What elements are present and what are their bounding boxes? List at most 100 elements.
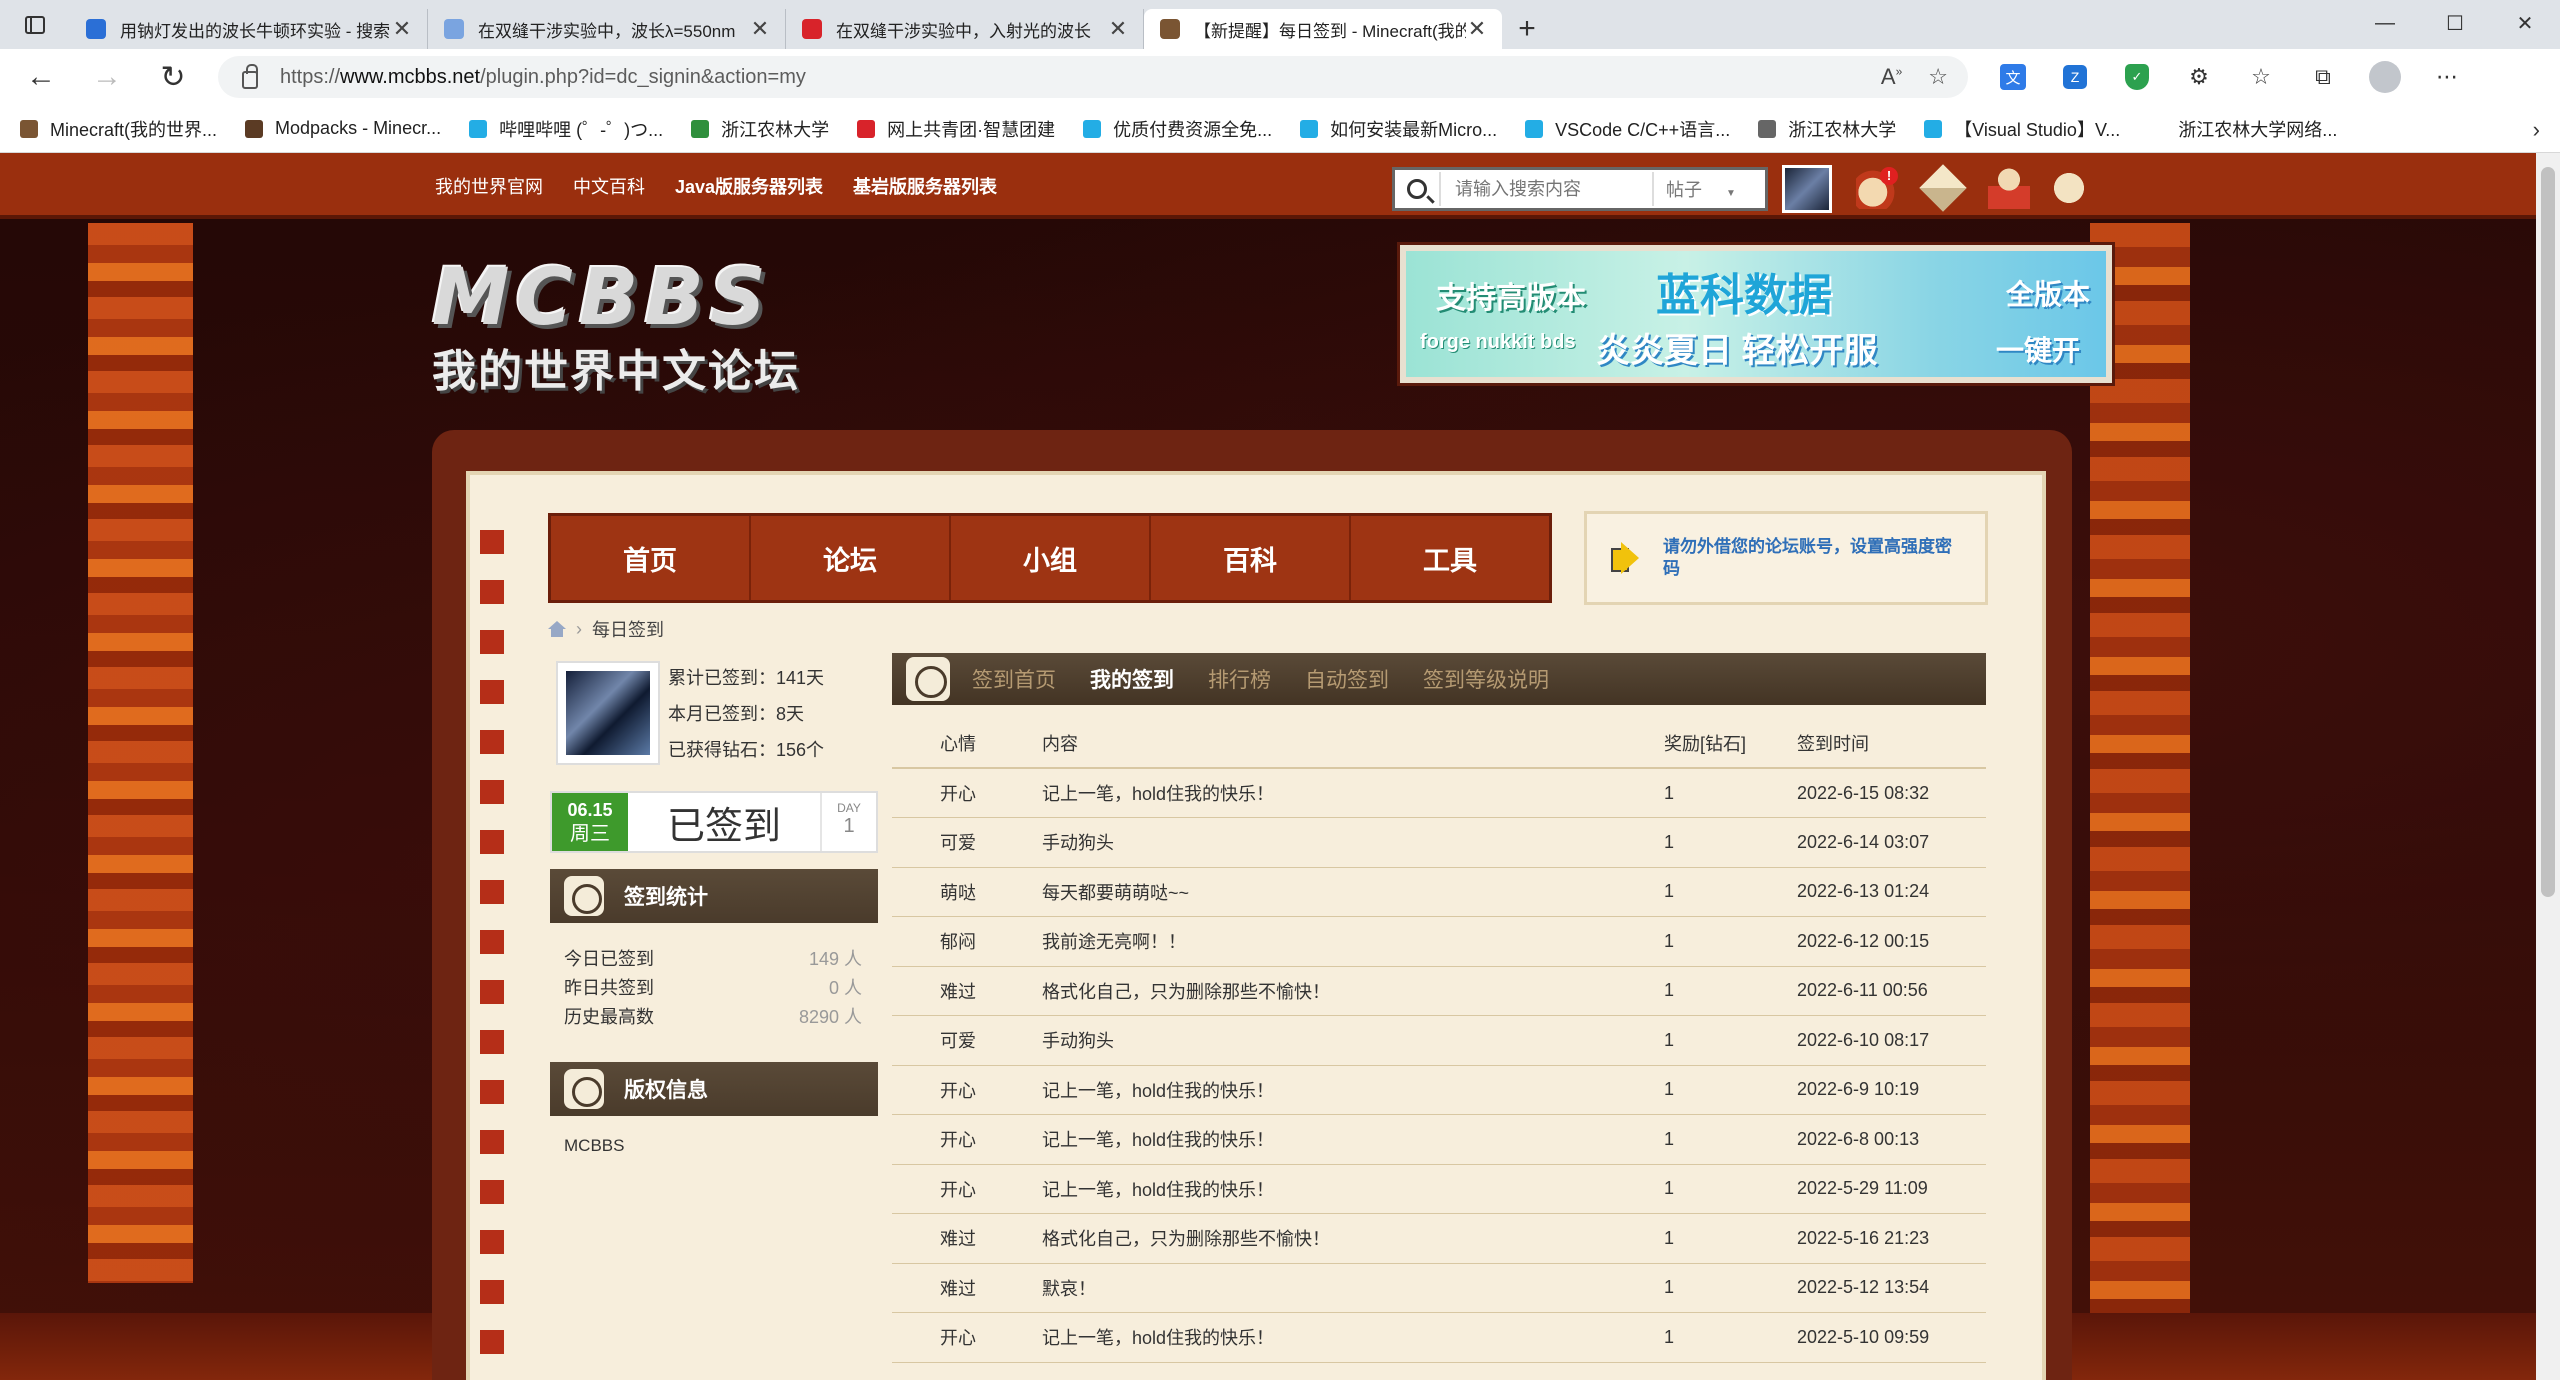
forward-button[interactable]: → — [74, 49, 140, 105]
signed-in-label: 已签到 — [666, 805, 781, 848]
minimize-button[interactable]: — — [2350, 0, 2420, 46]
browser-tab[interactable]: 在双缝干涉实验中，入射光的波长 ✕ — [786, 9, 1144, 49]
content-cell: 手动狗头 — [1042, 817, 1664, 868]
main-nav-item[interactable]: 首页 — [551, 516, 751, 600]
bookmark-label: 浙江农林大学网络... — [2178, 119, 2338, 140]
bookmark-favicon-icon — [1083, 119, 1102, 138]
profile-avatar[interactable] — [2368, 60, 2402, 94]
reward-cell: 1 — [1664, 1065, 1797, 1115]
bookmark-item[interactable]: Modpacks - Minecr... — [245, 118, 441, 139]
collections-icon[interactable]: ⧉ — [2306, 60, 2340, 94]
page-scrollbar[interactable] — [2536, 153, 2560, 1380]
browser-tab[interactable]: 在双缝干涉实验中，波长λ=550nm ✕ — [428, 9, 786, 49]
bookmark-item[interactable]: 如何安装最新Micro... — [1300, 116, 1497, 142]
time-cell: 2022-5-10 09:59 — [1797, 1312, 1986, 1363]
bookmark-item[interactable]: 浙江农林大学 — [1758, 116, 1896, 142]
main-nav-item[interactable]: 小组 — [951, 516, 1151, 600]
back-button[interactable]: ← — [8, 49, 74, 105]
tab-close-icon[interactable]: ✕ — [749, 16, 771, 42]
scrollbar-thumb[interactable] — [2541, 167, 2555, 897]
bookmark-favicon-icon — [1758, 119, 1777, 138]
search-scope-select[interactable]: 帖子 — [1654, 176, 1765, 202]
main-nav-item[interactable]: 百科 — [1151, 516, 1351, 600]
search-icon[interactable] — [1395, 170, 1439, 208]
tab-title: 在双缝干涉实验中，入射光的波长 — [836, 21, 1091, 41]
ad-banner[interactable]: 支持高版本 蓝科数据 forge nukkit bds 炎炎夏日 轻松开服 全版… — [1400, 245, 2112, 383]
main-nav-item[interactable]: 论坛 — [751, 516, 951, 600]
home-icon[interactable] — [548, 621, 566, 637]
reward-cell: 1 — [1664, 916, 1797, 967]
site-search: 帖子 — [1392, 167, 1768, 211]
bookmark-item[interactable]: 浙江农林大学网络... — [2148, 116, 2337, 142]
bookmark-item[interactable]: 网上共青团·智慧团建 — [857, 116, 1055, 142]
reward-cell: 1 — [1664, 867, 1797, 917]
search-input[interactable] — [1439, 172, 1654, 206]
cookie-icon[interactable] — [2048, 167, 2090, 209]
diamonds-earned: 已获得钻石：156个 — [668, 740, 825, 760]
tab-close-icon[interactable]: ✕ — [391, 16, 413, 42]
table-row: 难过 格式化自己，只为删除那些不愉快！ 1 2022-5-16 21:23 — [892, 1213, 1986, 1264]
profile-avatar-image[interactable] — [556, 661, 660, 765]
browser-tab[interactable]: 【新提醒】每日签到 - Minecraft(我的世界)中文论坛✕ — [1144, 9, 1502, 49]
read-aloud-icon[interactable]: A» — [1881, 64, 1902, 90]
potion-icon[interactable] — [1988, 167, 2030, 209]
tab-close-icon[interactable]: ✕ — [1466, 16, 1488, 42]
signin-tab[interactable]: 排行榜 — [1208, 664, 1271, 694]
time-cell: 2022-6-15 08:32 — [1797, 768, 1986, 818]
stat-value: 149 人 — [808, 949, 862, 969]
translate-extension-icon[interactable]: 文 — [1996, 60, 2030, 94]
bookmark-item[interactable]: VSCode C/C++语言... — [1525, 116, 1730, 142]
main-nav-item[interactable]: 工具 — [1351, 516, 1549, 600]
site-logo[interactable]: MCBBS 我的世界中文论坛 — [432, 253, 832, 397]
more-menu-icon[interactable]: ⋯ — [2430, 60, 2464, 94]
mood-cell: 难过 — [892, 1263, 1042, 1313]
bookmark-item[interactable]: 浙江农林大学 — [691, 116, 829, 142]
topnav-link[interactable]: 我的世界官网 — [435, 173, 543, 199]
bookmark-item[interactable]: 优质付费资源全免... — [1083, 116, 1272, 142]
content-cell: 格式化自己，只为删除那些不愉快！ — [1042, 1213, 1664, 1264]
bookmark-favicon-icon — [245, 119, 264, 138]
stat-value: 8290 人 — [798, 1007, 862, 1027]
breadcrumb: › 每日签到 — [548, 616, 664, 642]
signin-tab[interactable]: 签到首页 — [972, 664, 1056, 694]
shield-extension-icon[interactable]: ✓ — [2120, 60, 2154, 94]
bookmark-item[interactable]: 【Visual Studio】V... — [1924, 116, 2120, 142]
browser-tab[interactable]: 用钠灯发出的波长牛顿环实验 - 搜索 ✕ — [70, 9, 428, 49]
favorites-icon[interactable]: ☆ — [2244, 60, 2278, 94]
tab-actions-button[interactable] — [0, 0, 70, 49]
topnav-link[interactable]: 中文百科 — [573, 173, 645, 199]
tab-actions-icon — [25, 15, 45, 34]
tab-close-icon[interactable]: ✕ — [1107, 16, 1129, 42]
extensions-puzzle-icon[interactable]: ⚙ — [2182, 60, 2216, 94]
content-cell: 手动狗头 — [1042, 1015, 1664, 1066]
table-row: 可爱 手动狗头 1 2022-6-10 08:17 — [892, 1015, 1986, 1066]
tab-favicon-icon — [444, 19, 464, 39]
signin-tab[interactable]: 我的签到 — [1090, 664, 1174, 694]
stat-value: 0 人 — [828, 978, 862, 998]
bookmarks-more-chevron-icon[interactable]: › — [2533, 117, 2540, 143]
cake-block-icon[interactable] — [1919, 164, 1967, 212]
close-window-button[interactable]: ✕ — [2490, 0, 2560, 46]
notification-icon[interactable]: ! — [1856, 167, 1898, 209]
notice-text[interactable]: 请勿外借您的论坛账号，设置高强度密码 — [1663, 536, 1965, 580]
breadcrumb-current[interactable]: 每日签到 — [592, 616, 664, 642]
bookmark-item[interactable]: 哔哩哔哩 (゜-゜)つ... — [469, 116, 663, 142]
content-cell: 记上一笔，hold住我的快乐！ — [1042, 1312, 1664, 1363]
user-avatar[interactable] — [1782, 165, 1832, 213]
url-field[interactable]: https://www.mcbbs.net/plugin.php?id=dc_s… — [218, 56, 1968, 98]
bookmark-item[interactable]: Minecraft(我的世界... — [20, 116, 217, 142]
signin-tab[interactable]: 签到等级说明 — [1423, 664, 1549, 694]
table-row: 难过 默哀！ 1 2022-5-12 13:54 — [892, 1263, 1986, 1313]
table-header-cell: 心情 — [892, 718, 1042, 769]
add-favorite-icon[interactable]: ☆ — [1928, 64, 1948, 90]
notification-badge: ! — [1880, 167, 1898, 185]
refresh-button[interactable]: ↻ — [140, 49, 206, 105]
maximize-button[interactable]: ☐ — [2420, 0, 2490, 46]
topnav-link[interactable]: Java版服务器列表 — [675, 173, 823, 199]
signin-tab[interactable]: 自动签到 — [1305, 664, 1389, 694]
bookmark-label: 浙江农林大学 — [1788, 119, 1897, 140]
signin-day-counter: DAY 1 — [820, 793, 876, 851]
word-extension-icon[interactable]: Z — [2058, 60, 2092, 94]
new-tab-button[interactable]: + — [1502, 9, 1552, 49]
topnav-link[interactable]: 基岩版服务器列表 — [853, 173, 997, 199]
